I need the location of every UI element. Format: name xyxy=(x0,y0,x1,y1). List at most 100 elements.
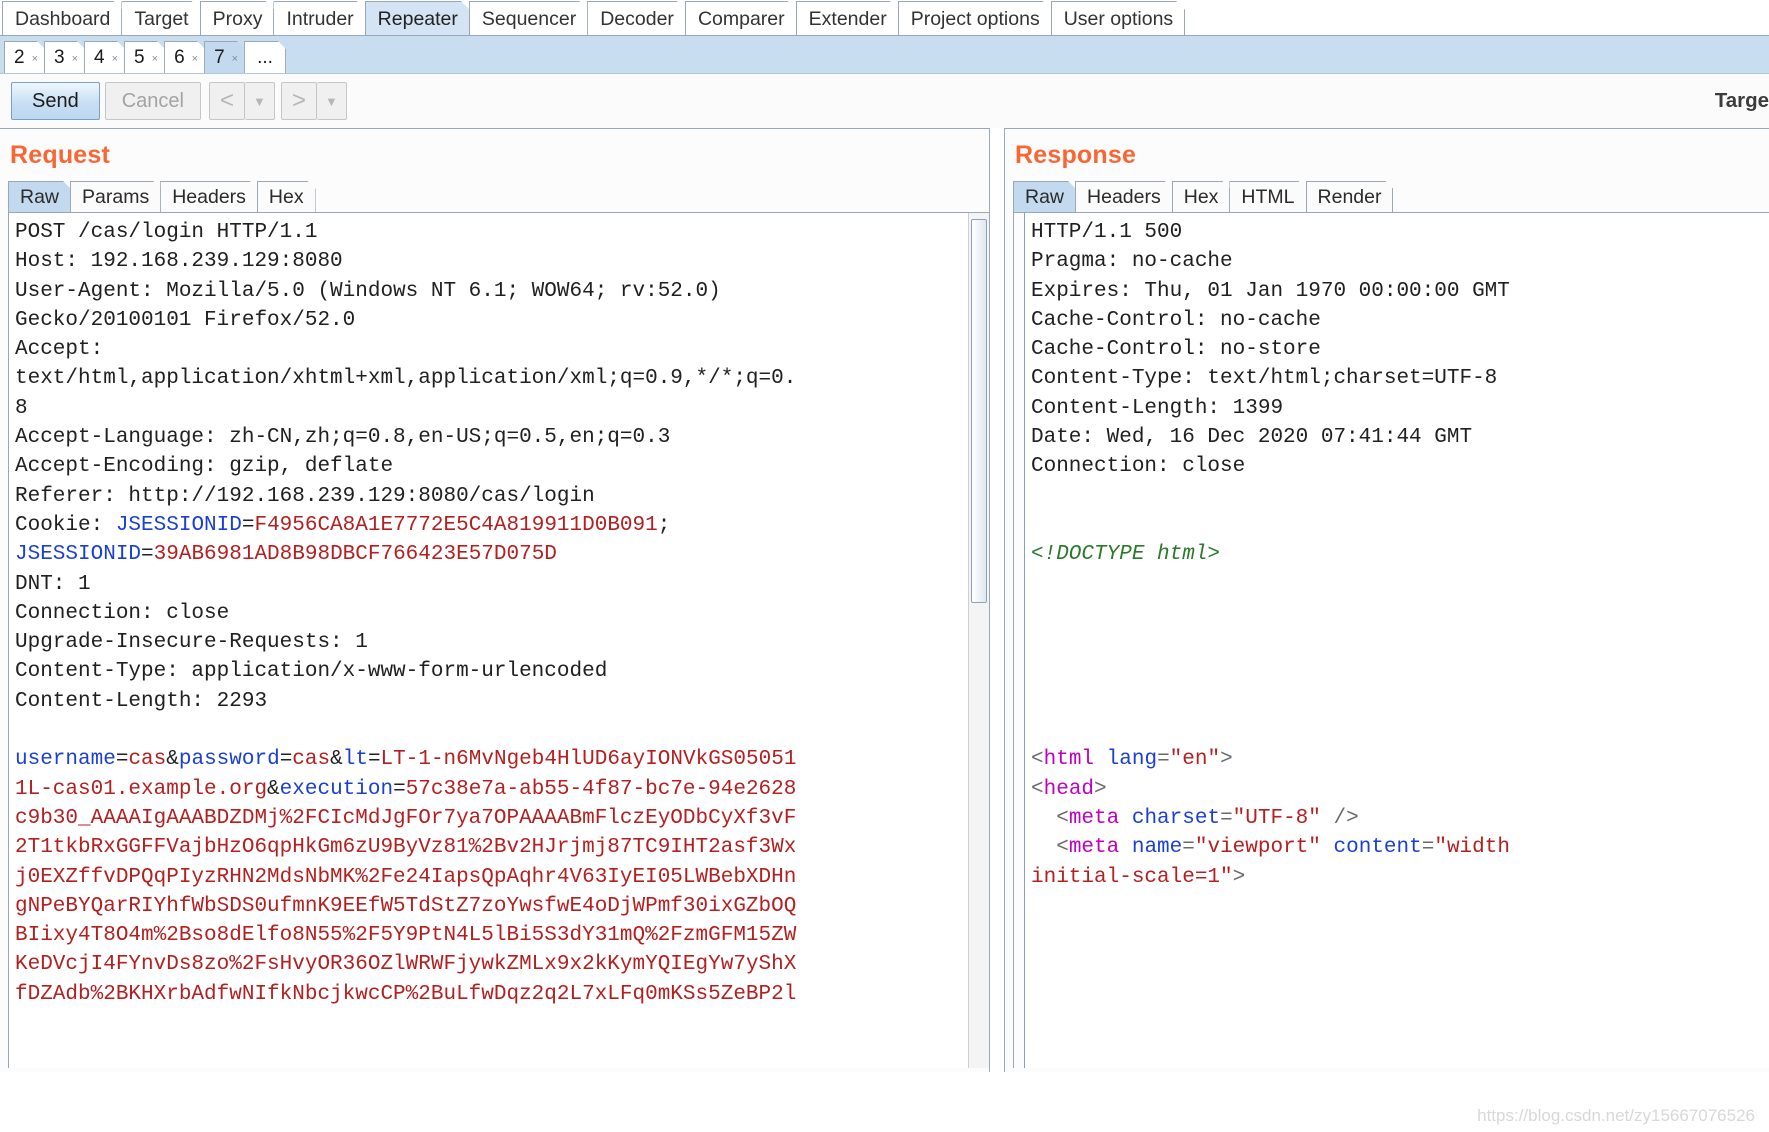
main-tab-comparer[interactable]: Comparer xyxy=(685,1,797,35)
back-dropdown-icon[interactable]: ▼ xyxy=(244,82,275,120)
request-line: 1L-cas01.example.org&execution=57c38e7a-… xyxy=(15,775,968,804)
main-tab-intruder[interactable]: Intruder xyxy=(273,1,365,35)
request-token: User-Agent: Mozilla/5.0 (Windows NT 6.1;… xyxy=(15,279,721,303)
request-line: Content-Type: application/x-www-form-url… xyxy=(15,657,968,686)
response-token: meta xyxy=(1068,806,1120,830)
request-tab-hex[interactable]: Hex xyxy=(257,181,316,212)
response-line: Cache-Control: no-cache xyxy=(1031,306,1769,335)
response-token: > xyxy=(1220,748,1233,772)
main-tab-user-options[interactable]: User options xyxy=(1051,1,1185,35)
request-token: 8 xyxy=(15,396,28,420)
response-tab-label: Raw xyxy=(1025,186,1065,208)
response-editor-wrap: HTTP/1.1 500 Pragma: no-cache Expires: Thu… xyxy=(1013,212,1769,1068)
request-token: & xyxy=(267,777,280,801)
request-line: c9b30_AAAAIgAAABDZDMj%2FCIcMdJgFOr7ya7OP… xyxy=(15,804,968,833)
send-button[interactable]: Send xyxy=(11,82,100,120)
close-icon[interactable]: × xyxy=(232,43,238,75)
response-token: Cache-Control: no-store xyxy=(1031,338,1321,362)
main-tab-dashboard[interactable]: Dashboard xyxy=(2,1,122,35)
repeater-tab-3[interactable]: 3 × xyxy=(44,41,85,73)
request-token: & xyxy=(330,748,343,772)
request-scrollbar-thumb[interactable] xyxy=(971,219,987,603)
repeater-tab-7[interactable]: 7 × xyxy=(204,41,245,73)
request-line xyxy=(15,716,968,745)
main-tab-target[interactable]: Target xyxy=(121,1,200,35)
main-tab-sequencer[interactable]: Sequencer xyxy=(469,1,588,35)
forward-dropdown-icon[interactable]: ▼ xyxy=(316,82,347,120)
main-tab-decoder[interactable]: Decoder xyxy=(587,1,686,35)
repeater-tab-6[interactable]: 6 × xyxy=(164,41,205,73)
response-line: HTTP/1.1 500 xyxy=(1031,218,1769,247)
response-token: HTTP/1.1 500 xyxy=(1031,221,1183,244)
response-tab-headers[interactable]: Headers xyxy=(1075,181,1173,212)
forward-button[interactable]: > xyxy=(280,82,317,120)
main-tab-repeater[interactable]: Repeater xyxy=(365,1,470,35)
pane-divider[interactable] xyxy=(990,128,1004,1072)
response-token: > xyxy=(1094,777,1107,801)
repeater-tab-more[interactable]: ... xyxy=(244,41,286,73)
request-editor[interactable]: POST /cas/login HTTP/1.1 Host: 192.168.23… xyxy=(9,213,968,1068)
response-token: /> xyxy=(1320,806,1359,830)
request-token: = xyxy=(393,777,406,801)
request-line: User-Agent: Mozilla/5.0 (Windows NT 6.1;… xyxy=(15,277,968,306)
close-icon[interactable]: × xyxy=(192,43,198,75)
repeater-tab-4[interactable]: 4 × xyxy=(84,41,125,73)
main-tab-extender[interactable]: Extender xyxy=(796,1,899,35)
request-tab-raw[interactable]: Raw xyxy=(8,181,71,212)
main-tab-project-options[interactable]: Project options xyxy=(898,1,1052,35)
request-line: JSESSIONID=39AB6981AD8B98DBCF766423E57D0… xyxy=(15,540,968,569)
repeater-tab-5[interactable]: 5 × xyxy=(124,41,165,73)
close-icon[interactable]: × xyxy=(32,43,38,75)
response-token: content xyxy=(1333,836,1422,860)
response-token: <!DOCTYPE html> xyxy=(1031,543,1221,567)
main-tab-label: Decoder xyxy=(600,8,674,30)
watermark-text: https://blog.csdn.net/zy15667076526 xyxy=(1477,1106,1755,1125)
response-token: "viewport" xyxy=(1194,836,1321,860)
request-token: password xyxy=(178,748,280,772)
request-tab-headers[interactable]: Headers xyxy=(160,181,258,212)
request-line: username=cas&password=cas&lt=LT-1-n6MvNg… xyxy=(15,745,968,774)
request-scrollbar[interactable] xyxy=(968,213,989,1068)
request-line: Accept: xyxy=(15,335,968,364)
close-icon[interactable]: × xyxy=(72,43,78,75)
response-line xyxy=(1031,628,1769,657)
request-tab-params[interactable]: Params xyxy=(70,181,161,212)
close-icon[interactable]: × xyxy=(152,43,158,75)
response-tab-raw[interactable]: Raw xyxy=(1013,181,1076,212)
request-line: Connection: close xyxy=(15,599,968,628)
request-token: 1L-cas01.example.org xyxy=(15,777,268,801)
response-pane: Response Raw Headers Hex HTML Render HTTP/1.… xyxy=(1004,128,1769,1072)
response-tab-render[interactable]: Render xyxy=(1306,181,1394,212)
request-token: username xyxy=(15,748,116,772)
response-token: Content-Length: 1399 xyxy=(1031,396,1284,420)
request-token: & xyxy=(166,748,179,772)
response-tab-html[interactable]: HTML xyxy=(1229,181,1306,212)
response-line xyxy=(1031,482,1769,511)
repeater-tab-2[interactable]: 2 × xyxy=(4,41,45,73)
response-line: Content-Length: 1399 xyxy=(1031,394,1769,423)
response-tab-label: Headers xyxy=(1087,186,1161,208)
back-button[interactable]: < xyxy=(208,82,245,120)
response-token: = xyxy=(1157,748,1170,772)
request-line: Host: 192.168.239.129:8080 xyxy=(15,247,968,276)
response-token: "en" xyxy=(1169,748,1221,772)
request-line: text/html,application/xhtml+xml,applicat… xyxy=(15,364,968,393)
repeater-tab-label: 4 xyxy=(94,46,105,68)
request-token: LT-1-n6MvNgeb4HlUD6ayIONVkGS05051 xyxy=(380,748,797,772)
response-token: Expires: Thu, 01 Jan 1970 00:00:00 GMT xyxy=(1031,279,1510,303)
request-token: F4956CA8A1E7772E5C4A819911D0B091 xyxy=(254,513,658,537)
request-token: 2T1tkbRxGGFFVajbHzO6qpHkGm6zU9ByVz81%2Bv… xyxy=(15,836,797,860)
request-tab-label: Raw xyxy=(20,186,60,208)
request-token: c9b30_AAAAIgAAABDZDMj%2FCIcMdJgFOr7ya7OP… xyxy=(15,806,797,830)
response-editor[interactable]: HTTP/1.1 500 Pragma: no-cache Expires: Thu… xyxy=(1025,213,1769,1068)
response-tab-hex[interactable]: Hex xyxy=(1172,181,1231,212)
response-tab-bar: Raw Headers Hex HTML Render xyxy=(1005,180,1769,212)
response-line: <head> xyxy=(1031,775,1769,804)
main-tab-bar: Dashboard Target Proxy Intruder Repeater Sequ… xyxy=(0,0,1769,36)
back-nav-group: < ▼ xyxy=(208,82,275,120)
main-tab-proxy[interactable]: Proxy xyxy=(200,1,275,35)
response-line xyxy=(1031,511,1769,540)
main-tab-label: Sequencer xyxy=(481,8,577,30)
close-icon[interactable]: × xyxy=(112,43,118,75)
cancel-button[interactable]: Cancel xyxy=(104,82,201,120)
